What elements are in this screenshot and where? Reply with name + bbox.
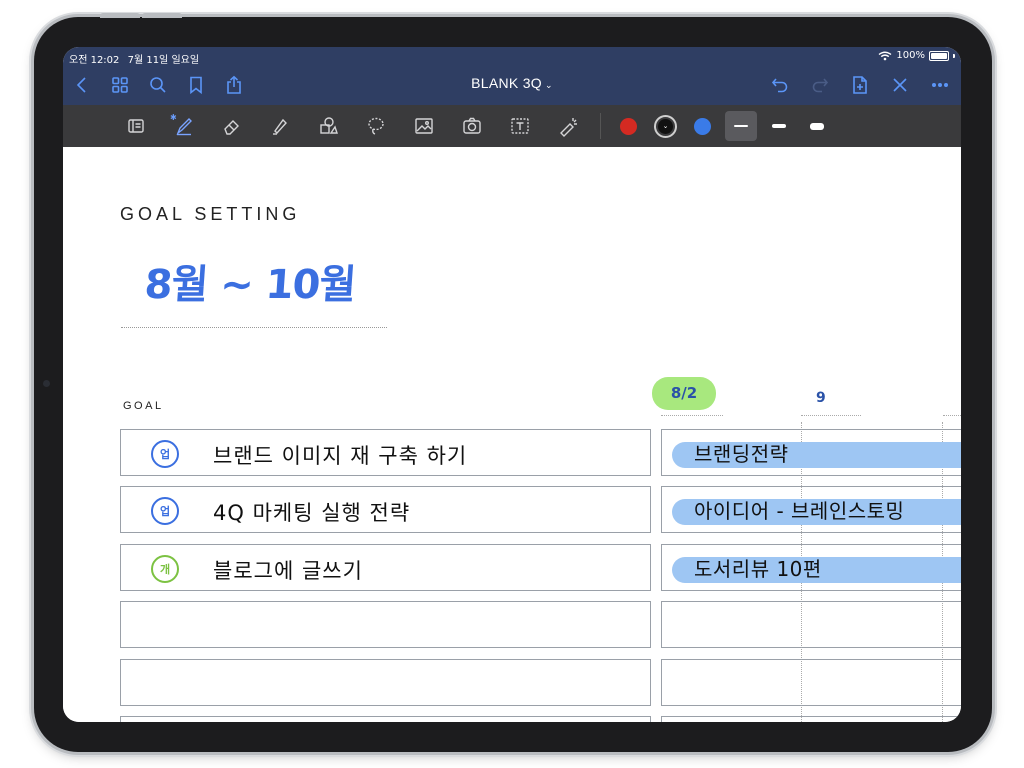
wifi-icon <box>878 51 892 60</box>
plan-cell[interactable]: 브랜딩전략 <box>661 429 961 476</box>
plan-cell[interactable] <box>661 659 961 706</box>
goal-text: 브랜드 이미지 재 구축 하기 <box>213 444 468 468</box>
tool-bar: ✱ ⌄ <box>63 105 961 147</box>
goal-row[interactable] <box>120 716 651 722</box>
more-icon[interactable] <box>927 72 953 98</box>
goal-row[interactable] <box>120 601 651 648</box>
status-bar: 오전 12:02 7월 11일 일요일 <box>69 51 204 66</box>
stroke-thick-line <box>810 122 824 130</box>
status-time: 오전 12:02 <box>69 55 120 66</box>
category-badge: 업 <box>151 440 179 468</box>
goal-row[interactable] <box>120 659 651 706</box>
close-icon[interactable] <box>887 72 913 98</box>
bluetooth-icon: ✱ <box>170 113 177 122</box>
eraser-icon[interactable] <box>214 111 250 141</box>
screen: 오전 12:02 7월 11일 일요일 100% BLANK 3Q ⌄ ✱ ⌄ … <box>63 47 961 722</box>
goal-label: GOAL <box>123 400 164 412</box>
battery-nub <box>953 53 955 58</box>
plan-text: 도서리뷰 10편 <box>694 557 822 581</box>
camera <box>43 380 50 387</box>
stroke-thick-button[interactable] <box>801 111 833 141</box>
date-underline <box>661 415 723 416</box>
date-underline <box>801 415 861 416</box>
nav-right <box>767 69 953 101</box>
notebook-page[interactable]: GOAL SETTING 8월 ~ 10월 GOAL 8/2 9 업 브랜드 이… <box>63 147 961 722</box>
date-marker-second: 9 <box>816 390 826 406</box>
goal-text: 4Q 마케팅 실행 전략 <box>213 501 411 525</box>
category-badge: 업 <box>151 497 179 525</box>
laser-pointer-icon[interactable] <box>550 111 586 141</box>
goal-text: 블로그에 글쓰기 <box>213 559 363 583</box>
goal-row[interactable]: 개 블로그에 글쓰기 <box>120 544 651 591</box>
plan-cell[interactable]: 도서리뷰 10편 <box>661 544 961 591</box>
period-handwriting: 8월 ~ 10월 <box>143 262 357 308</box>
plan-text: 아이디어 - 브레인스토밍 <box>694 499 905 523</box>
date-underline <box>943 415 961 416</box>
read-only-mode-icon[interactable] <box>118 111 154 141</box>
goal-row[interactable]: 업 브랜드 이미지 재 구축 하기 <box>120 429 651 476</box>
chevron-down-icon: ⌄ <box>658 118 673 134</box>
text-icon[interactable] <box>502 111 538 141</box>
goal-row[interactable]: 업 4Q 마케팅 실행 전략 <box>120 486 651 533</box>
top-bar: 오전 12:02 7월 11일 일요일 100% BLANK 3Q ⌄ <box>63 47 961 105</box>
stroke-medium-button[interactable] <box>763 111 795 141</box>
battery-percent: 100% <box>896 50 925 61</box>
plan-cell[interactable] <box>661 716 961 722</box>
shapes-icon[interactable] <box>310 111 346 141</box>
color-blue-swatch[interactable] <box>694 117 711 135</box>
page-title: GOAL SETTING <box>120 204 301 224</box>
lasso-icon[interactable] <box>358 111 394 141</box>
category-badge: 개 <box>151 555 179 583</box>
color-black-swatch[interactable]: ⌄ <box>654 114 677 138</box>
camera-icon[interactable] <box>454 111 490 141</box>
pen-icon[interactable]: ✱ <box>166 111 202 141</box>
plan-text: 브랜딩전략 <box>694 442 789 466</box>
redo-icon[interactable] <box>807 72 833 98</box>
plan-cell[interactable] <box>661 601 961 648</box>
stroke-medium-line <box>772 124 786 128</box>
document-title-text: BLANK 3Q <box>471 75 543 91</box>
period-underline <box>121 327 387 328</box>
add-page-icon[interactable] <box>847 72 873 98</box>
chevron-down-icon: ⌄ <box>545 80 553 90</box>
undo-icon[interactable] <box>767 72 793 98</box>
stroke-thin-button[interactable] <box>725 111 757 141</box>
plan-cell[interactable]: 아이디어 - 브레인스토밍 <box>661 486 961 533</box>
color-red-swatch[interactable] <box>620 117 637 135</box>
date-marker-first: 8/2 <box>652 377 716 410</box>
toolbar-separator <box>600 113 601 139</box>
image-icon[interactable] <box>406 111 442 141</box>
status-date: 7월 11일 일요일 <box>127 55 200 66</box>
hardware-button <box>142 13 182 18</box>
status-right: 100% <box>878 50 955 61</box>
hardware-button <box>100 13 140 18</box>
highlighter-icon[interactable] <box>262 111 298 141</box>
battery-icon <box>929 50 949 61</box>
stroke-thin-line <box>734 125 748 127</box>
